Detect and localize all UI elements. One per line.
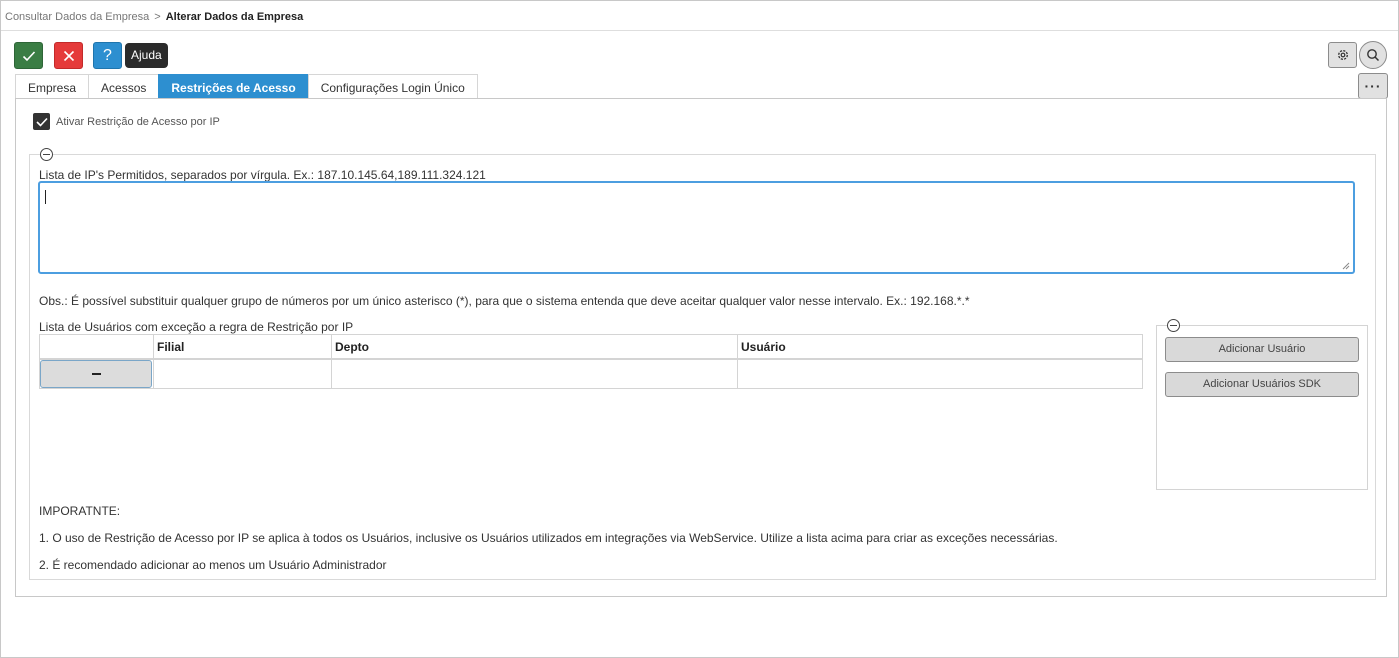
obs-text: Obs.: É possível substituir qualquer gru…: [39, 294, 970, 308]
breadcrumb-divider: [1, 30, 1398, 31]
tab-bar: Empresa Acessos Restrições de Acesso Con…: [15, 74, 478, 99]
cancel-button[interactable]: [54, 42, 83, 69]
check-icon: [35, 117, 48, 127]
ip-restriction-label[interactable]: Ativar Restrição de Acesso por IP: [56, 116, 220, 128]
table-header-usuario[interactable]: Usuário: [737, 335, 1142, 359]
more-options-button[interactable]: ···: [1358, 73, 1388, 99]
important-note-2: 2. É recomendado adicionar ao menos um U…: [39, 558, 387, 572]
confirm-button[interactable]: [14, 42, 43, 69]
breadcrumb-parent[interactable]: Consultar Dados da Empresa: [5, 11, 149, 23]
add-sdk-users-button[interactable]: Adicionar Usuários SDK: [1165, 372, 1359, 397]
close-icon: [63, 50, 74, 61]
ip-list-textarea[interactable]: [38, 181, 1355, 274]
settings-button[interactable]: [1328, 42, 1357, 68]
collapse-icon[interactable]: [1167, 319, 1180, 332]
table-header-action: [40, 335, 153, 359]
help-tooltip: Ajuda: [125, 43, 168, 68]
remove-row-button[interactable]: [40, 360, 152, 388]
table-header-filial[interactable]: Filial: [153, 335, 331, 359]
gear-icon: [1337, 50, 1348, 60]
ip-list-label: Lista de IP's Permitidos, separados por …: [39, 168, 486, 182]
help-button[interactable]: ?: [93, 42, 122, 69]
ellipsis-icon: ···: [1364, 78, 1382, 94]
help-icon: ?: [103, 46, 112, 64]
collapse-icon[interactable]: [40, 148, 53, 161]
users-list-label: Lista de Usuários com exceção a regra de…: [39, 320, 354, 334]
ip-restriction-checkbox[interactable]: [33, 113, 50, 130]
tab-restricoes-de-acesso[interactable]: Restrições de Acesso: [158, 74, 309, 99]
search-button[interactable]: [1359, 41, 1387, 69]
users-table: Filial Depto Usuário: [39, 334, 1143, 389]
tab-empresa[interactable]: Empresa: [15, 74, 90, 99]
search-icon: [1367, 49, 1380, 62]
table-header-divider: [40, 358, 1142, 360]
check-icon: [22, 50, 35, 61]
breadcrumb-separator: >: [154, 11, 161, 23]
text-caret: [45, 190, 46, 204]
resize-grip-icon[interactable]: [1342, 262, 1350, 270]
tab-configuracoes-login-unico[interactable]: Configurações Login Único: [307, 74, 478, 99]
breadcrumb-current: Alterar Dados da Empresa: [165, 11, 304, 23]
table-column-divider: [331, 335, 332, 388]
table-column-divider: [737, 335, 738, 388]
tab-acessos[interactable]: Acessos: [88, 74, 160, 99]
important-note-1: 1. O uso de Restrição de Acesso por IP s…: [39, 531, 1058, 545]
important-title: IMPORATNTE:: [39, 504, 121, 518]
add-user-button[interactable]: Adicionar Usuário: [1165, 337, 1359, 362]
breadcrumb: Consultar Dados da Empresa > Alterar Dados…: [5, 11, 303, 23]
table-header-depto[interactable]: Depto: [331, 335, 737, 359]
table-column-divider: [153, 335, 154, 388]
